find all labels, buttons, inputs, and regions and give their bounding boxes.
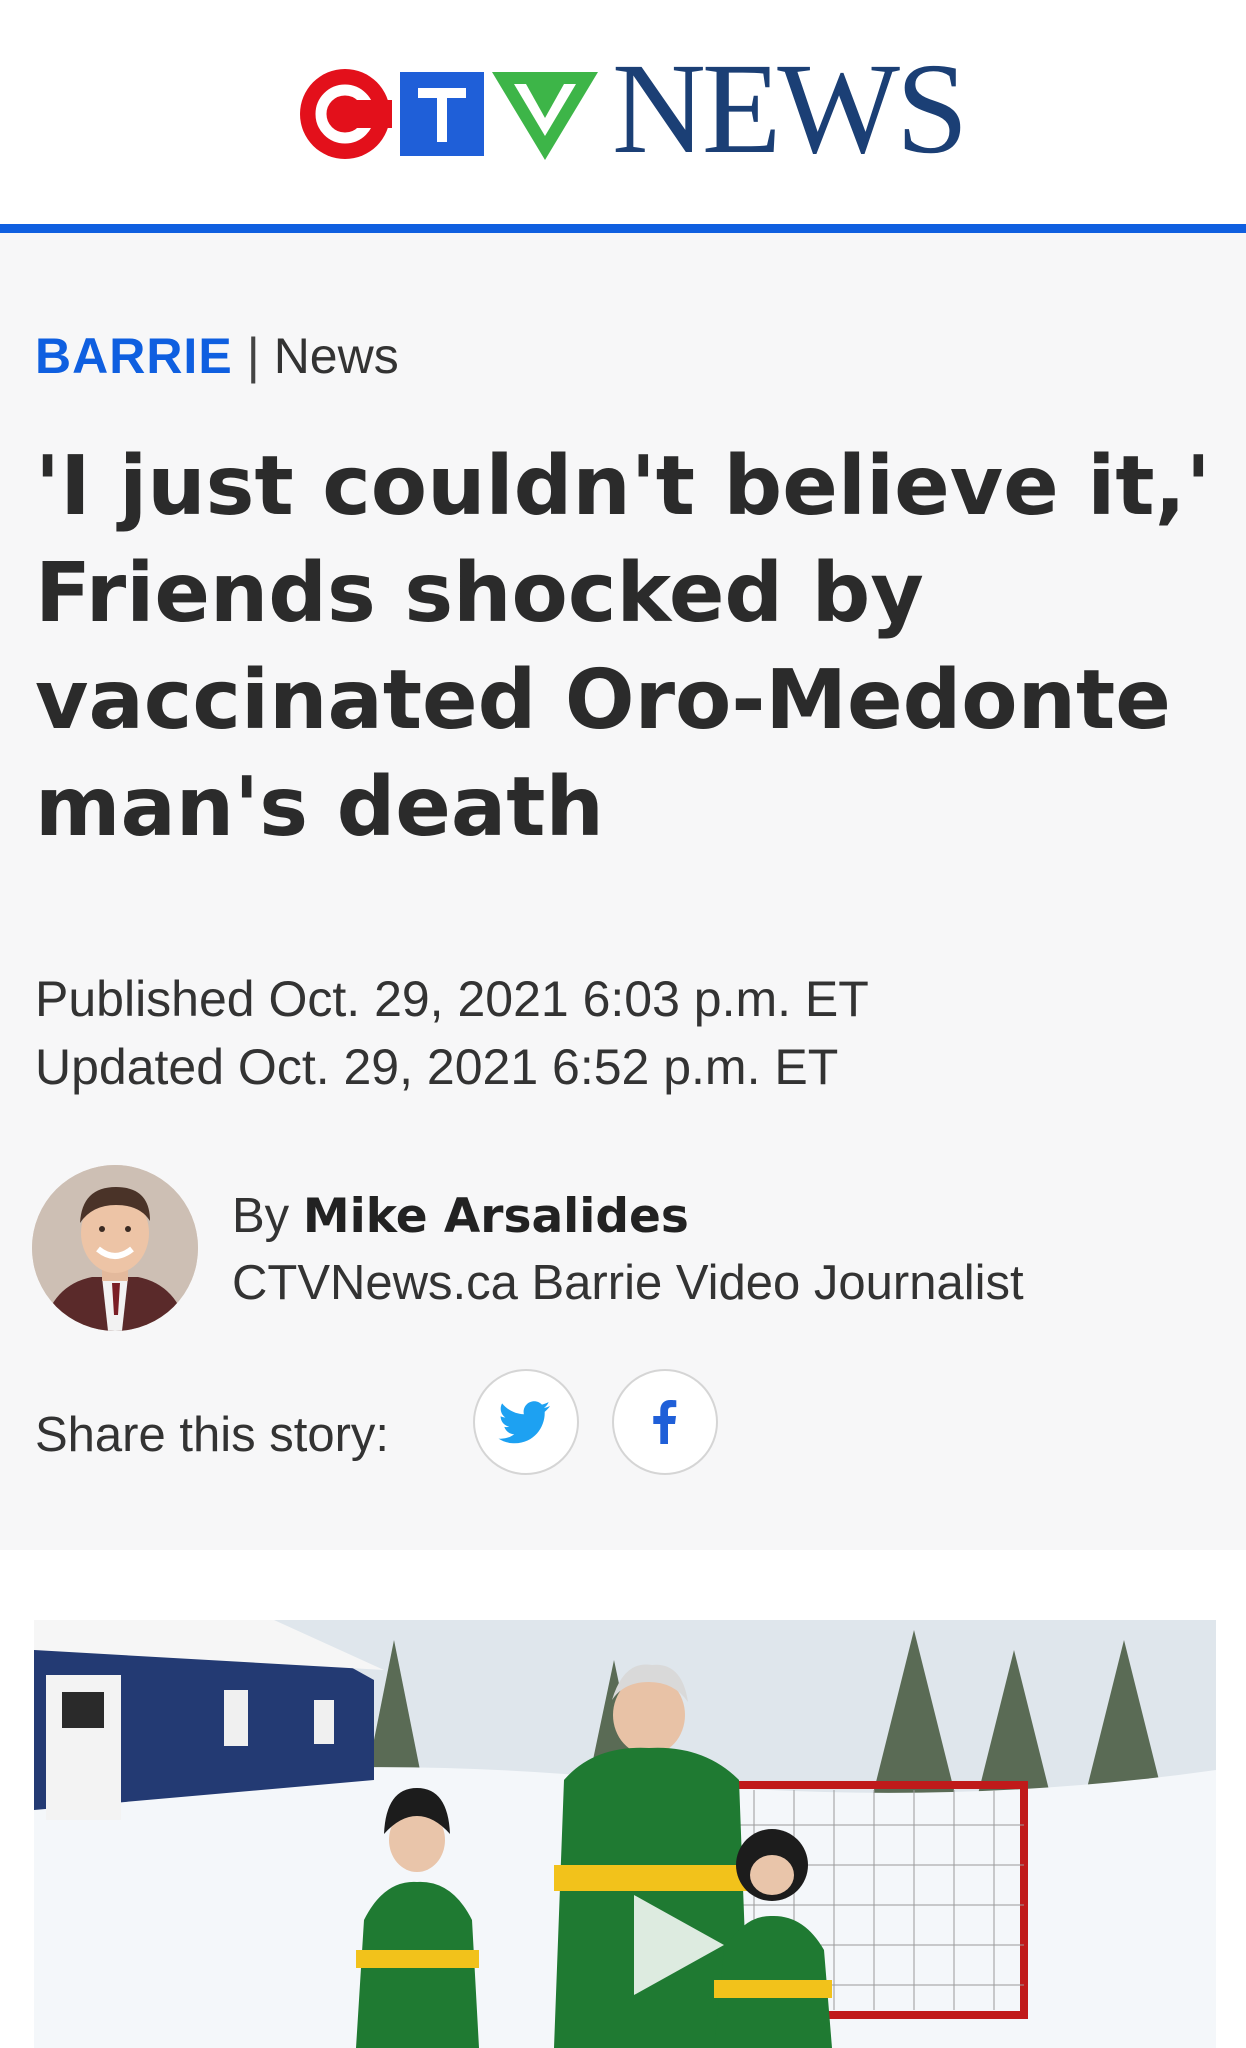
facebook-icon bbox=[653, 1400, 677, 1444]
published-date: Published Oct. 29, 2021 6:03 p.m. ET bbox=[35, 971, 869, 1027]
ctv-news-logo[interactable]: NEWS bbox=[300, 44, 968, 174]
article-header: BARRIE | News 'I just couldn't believe it,… bbox=[0, 233, 1246, 1550]
article-video[interactable] bbox=[34, 1620, 1216, 2048]
twitter-share-button[interactable] bbox=[473, 1369, 579, 1475]
breadcrumb-separator: | bbox=[246, 328, 260, 384]
author-line: By Mike Arsalides bbox=[232, 1183, 1024, 1250]
author-name-link[interactable]: Mike Arsalides bbox=[303, 1189, 689, 1244]
facebook-share-button[interactable] bbox=[612, 1369, 718, 1475]
byline-prefix: By bbox=[232, 1189, 290, 1243]
article-dates: Published Oct. 29, 2021 6:03 p.m. ET Upd… bbox=[35, 965, 869, 1101]
author-title: CTVNews.ca Barrie Video Journalist bbox=[232, 1256, 1024, 1310]
author-byline: By Mike Arsalides CTVNews.ca Barrie Vide… bbox=[232, 1183, 1024, 1316]
site-header: NEWS bbox=[0, 0, 1246, 233]
ctv-logo-mark bbox=[300, 69, 598, 160]
news-wordmark: NEWS bbox=[612, 37, 968, 181]
share-label: Share this story: bbox=[35, 1408, 390, 1462]
article-headline: 'I just couldn't believe it,' Friends sh… bbox=[35, 439, 1211, 855]
play-icon[interactable] bbox=[624, 1890, 734, 2000]
author-avatar[interactable] bbox=[32, 1165, 198, 1331]
author-photo bbox=[32, 1165, 198, 1331]
section-link[interactable]: News bbox=[274, 328, 399, 384]
updated-date: Updated Oct. 29, 2021 6:52 p.m. ET bbox=[35, 1039, 839, 1095]
category-breadcrumb: BARRIE | News bbox=[35, 331, 399, 381]
twitter-icon bbox=[498, 1401, 550, 1444]
region-link[interactable]: BARRIE bbox=[35, 328, 233, 384]
